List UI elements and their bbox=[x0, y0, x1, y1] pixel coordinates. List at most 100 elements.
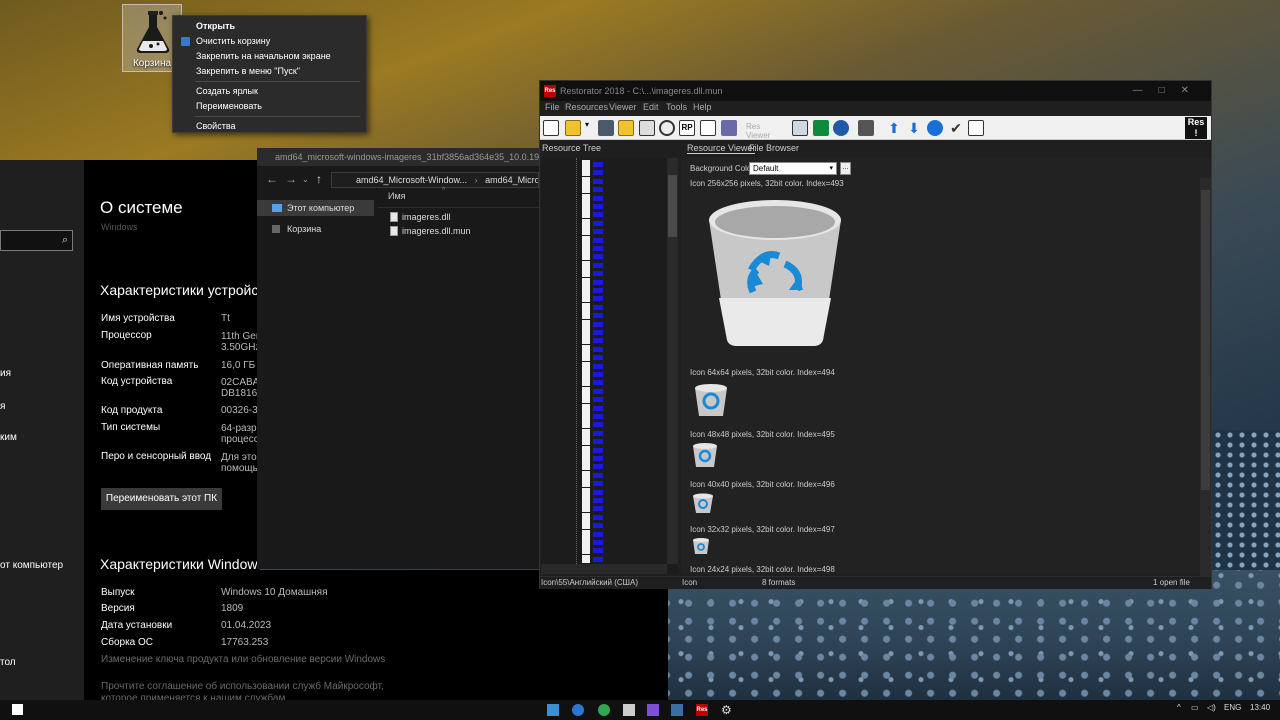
tree-node[interactable] bbox=[582, 244, 604, 252]
tree-node[interactable] bbox=[582, 252, 604, 261]
tree-node[interactable] bbox=[582, 269, 604, 278]
gear-icon[interactable]: ⚙ bbox=[721, 704, 733, 716]
tree-node[interactable] bbox=[582, 554, 604, 563]
viewer-scrollbar-thumb[interactable] bbox=[1201, 190, 1210, 490]
nav-item-this-pc[interactable]: Этот компьютер bbox=[257, 200, 374, 216]
background-color-select[interactable]: Default ▾ bbox=[749, 162, 837, 175]
tree-node[interactable] bbox=[582, 378, 604, 387]
menu-item-create-shortcut[interactable]: Создать ярлык bbox=[173, 84, 366, 99]
windows-start-icon[interactable] bbox=[12, 704, 23, 715]
menu-resources[interactable]: Resources bbox=[565, 102, 608, 112]
tree-node[interactable] bbox=[582, 470, 604, 479]
tree-node[interactable] bbox=[582, 319, 604, 328]
tree-node[interactable] bbox=[582, 210, 604, 219]
background-color-button[interactable]: ... bbox=[840, 162, 851, 175]
tree-node[interactable] bbox=[582, 176, 604, 185]
address-bar[interactable]: amd64_Microsoft-Window... › amd64_Micros… bbox=[331, 172, 539, 188]
tree-node[interactable] bbox=[582, 487, 604, 496]
tree-node[interactable] bbox=[582, 235, 604, 244]
tree-node[interactable] bbox=[582, 529, 604, 538]
tree-node[interactable] bbox=[582, 193, 604, 202]
menu-item-properties[interactable]: Свойства bbox=[173, 119, 366, 134]
tree-node[interactable] bbox=[582, 185, 604, 194]
browser-icon[interactable] bbox=[572, 704, 584, 716]
tree-node[interactable] bbox=[582, 294, 604, 303]
column-header-name[interactable]: Имя bbox=[388, 191, 406, 201]
tree-node[interactable] bbox=[582, 454, 604, 462]
tree-node[interactable] bbox=[582, 328, 604, 336]
menu-file[interactable]: File bbox=[545, 102, 560, 112]
new-file-icon[interactable] bbox=[543, 120, 559, 136]
language-indicator[interactable]: ENG bbox=[1224, 703, 1241, 712]
tree-node[interactable] bbox=[582, 521, 604, 530]
window-icon[interactable] bbox=[792, 120, 808, 136]
tree-node[interactable] bbox=[582, 445, 604, 454]
settings-nav-item[interactable]: от компьютер bbox=[0, 560, 63, 571]
arrow-down-icon[interactable]: ⬇ bbox=[906, 120, 922, 136]
tree-node[interactable] bbox=[582, 302, 604, 311]
file-row[interactable]: imageres.dll bbox=[390, 212, 451, 222]
file-row[interactable]: imageres.dll.mun bbox=[390, 226, 471, 236]
menu-item-rename[interactable]: Переименовать bbox=[173, 99, 366, 114]
settings-nav-item[interactable]: тол bbox=[0, 657, 16, 668]
tree-scrollbar-thumb[interactable] bbox=[668, 175, 677, 237]
rp-icon[interactable]: RP bbox=[679, 120, 695, 136]
tree-node[interactable] bbox=[582, 504, 604, 513]
settings-nav-item[interactable]: ия bbox=[0, 368, 11, 379]
menu-tools[interactable]: Tools bbox=[666, 102, 687, 112]
chevron-down-icon[interactable]: ⌄ bbox=[302, 175, 309, 184]
dropdown-arrow-icon[interactable]: ▾ bbox=[585, 120, 593, 136]
chevron-up-icon[interactable]: ^ bbox=[1177, 703, 1181, 712]
settings-search-input[interactable]: ⌕ bbox=[0, 230, 73, 251]
monitor-icon[interactable] bbox=[858, 120, 874, 136]
volume-icon[interactable]: ◁) bbox=[1207, 703, 1216, 712]
settings-nav-item[interactable]: ким bbox=[0, 432, 17, 443]
res-viewer-label[interactable]: Res Viewer bbox=[746, 122, 786, 140]
tree-node[interactable] bbox=[582, 479, 604, 488]
find-icon[interactable] bbox=[968, 120, 984, 136]
tree-node[interactable] bbox=[582, 286, 604, 294]
tree-node[interactable] bbox=[582, 428, 604, 437]
product-key-link[interactable]: Изменение ключа продукта или обновление … bbox=[101, 654, 385, 665]
restorator-taskbar-icon[interactable]: Res bbox=[696, 704, 708, 716]
check-icon[interactable]: ✔ bbox=[948, 120, 964, 136]
game-controller-icon[interactable] bbox=[647, 704, 659, 716]
clock[interactable]: 13:40 bbox=[1250, 703, 1270, 712]
menu-item-empty-bin[interactable]: Очистить корзину bbox=[173, 34, 366, 49]
copy-icon[interactable] bbox=[700, 120, 716, 136]
tree-node[interactable] bbox=[582, 462, 604, 471]
h-icon[interactable] bbox=[813, 120, 829, 136]
agreement-link[interactable]: Прочтите соглашение об использовании слу… bbox=[101, 681, 384, 692]
tree-node[interactable] bbox=[582, 538, 604, 546]
tree-node[interactable] bbox=[582, 496, 604, 504]
tree-node[interactable] bbox=[582, 361, 604, 370]
tree-node[interactable] bbox=[582, 546, 604, 555]
menu-help[interactable]: Help bbox=[693, 102, 712, 112]
tree-node[interactable] bbox=[582, 420, 604, 429]
tree-node[interactable] bbox=[582, 395, 604, 404]
tree-node[interactable] bbox=[582, 386, 604, 395]
settings-nav-item[interactable]: я bbox=[0, 401, 5, 412]
tab-resource-tree[interactable]: Resource Tree bbox=[542, 143, 601, 153]
tree-node[interactable] bbox=[582, 353, 604, 362]
calculator-icon[interactable] bbox=[623, 704, 635, 716]
up-arrow-icon[interactable]: ↑ bbox=[316, 172, 322, 186]
tree-node[interactable] bbox=[582, 260, 604, 269]
tree-horizontal-scrollbar[interactable] bbox=[541, 564, 667, 574]
open-image-icon[interactable] bbox=[639, 120, 655, 136]
tree-node[interactable] bbox=[582, 202, 604, 210]
tree-node[interactable] bbox=[582, 218, 604, 227]
tree-node[interactable] bbox=[582, 412, 604, 420]
back-arrow-icon[interactable]: ← bbox=[266, 172, 278, 186]
tab-resource-viewer[interactable]: Resource Viewer bbox=[687, 143, 756, 154]
rename-pc-button[interactable]: Переименовать этот ПК bbox=[101, 488, 222, 510]
breadcrumb[interactable]: amd64_Microsoft-Window... bbox=[356, 175, 467, 185]
open-folder-icon[interactable] bbox=[565, 120, 581, 136]
window-controls[interactable]: —□✕ bbox=[1133, 81, 1205, 101]
nav-item-recycle-bin[interactable]: Корзина bbox=[257, 221, 374, 237]
tree-node[interactable] bbox=[582, 344, 604, 353]
move-icon[interactable] bbox=[927, 120, 943, 136]
tree-node[interactable] bbox=[582, 311, 604, 320]
tree-node[interactable] bbox=[582, 512, 604, 521]
tree-node[interactable] bbox=[582, 277, 604, 286]
